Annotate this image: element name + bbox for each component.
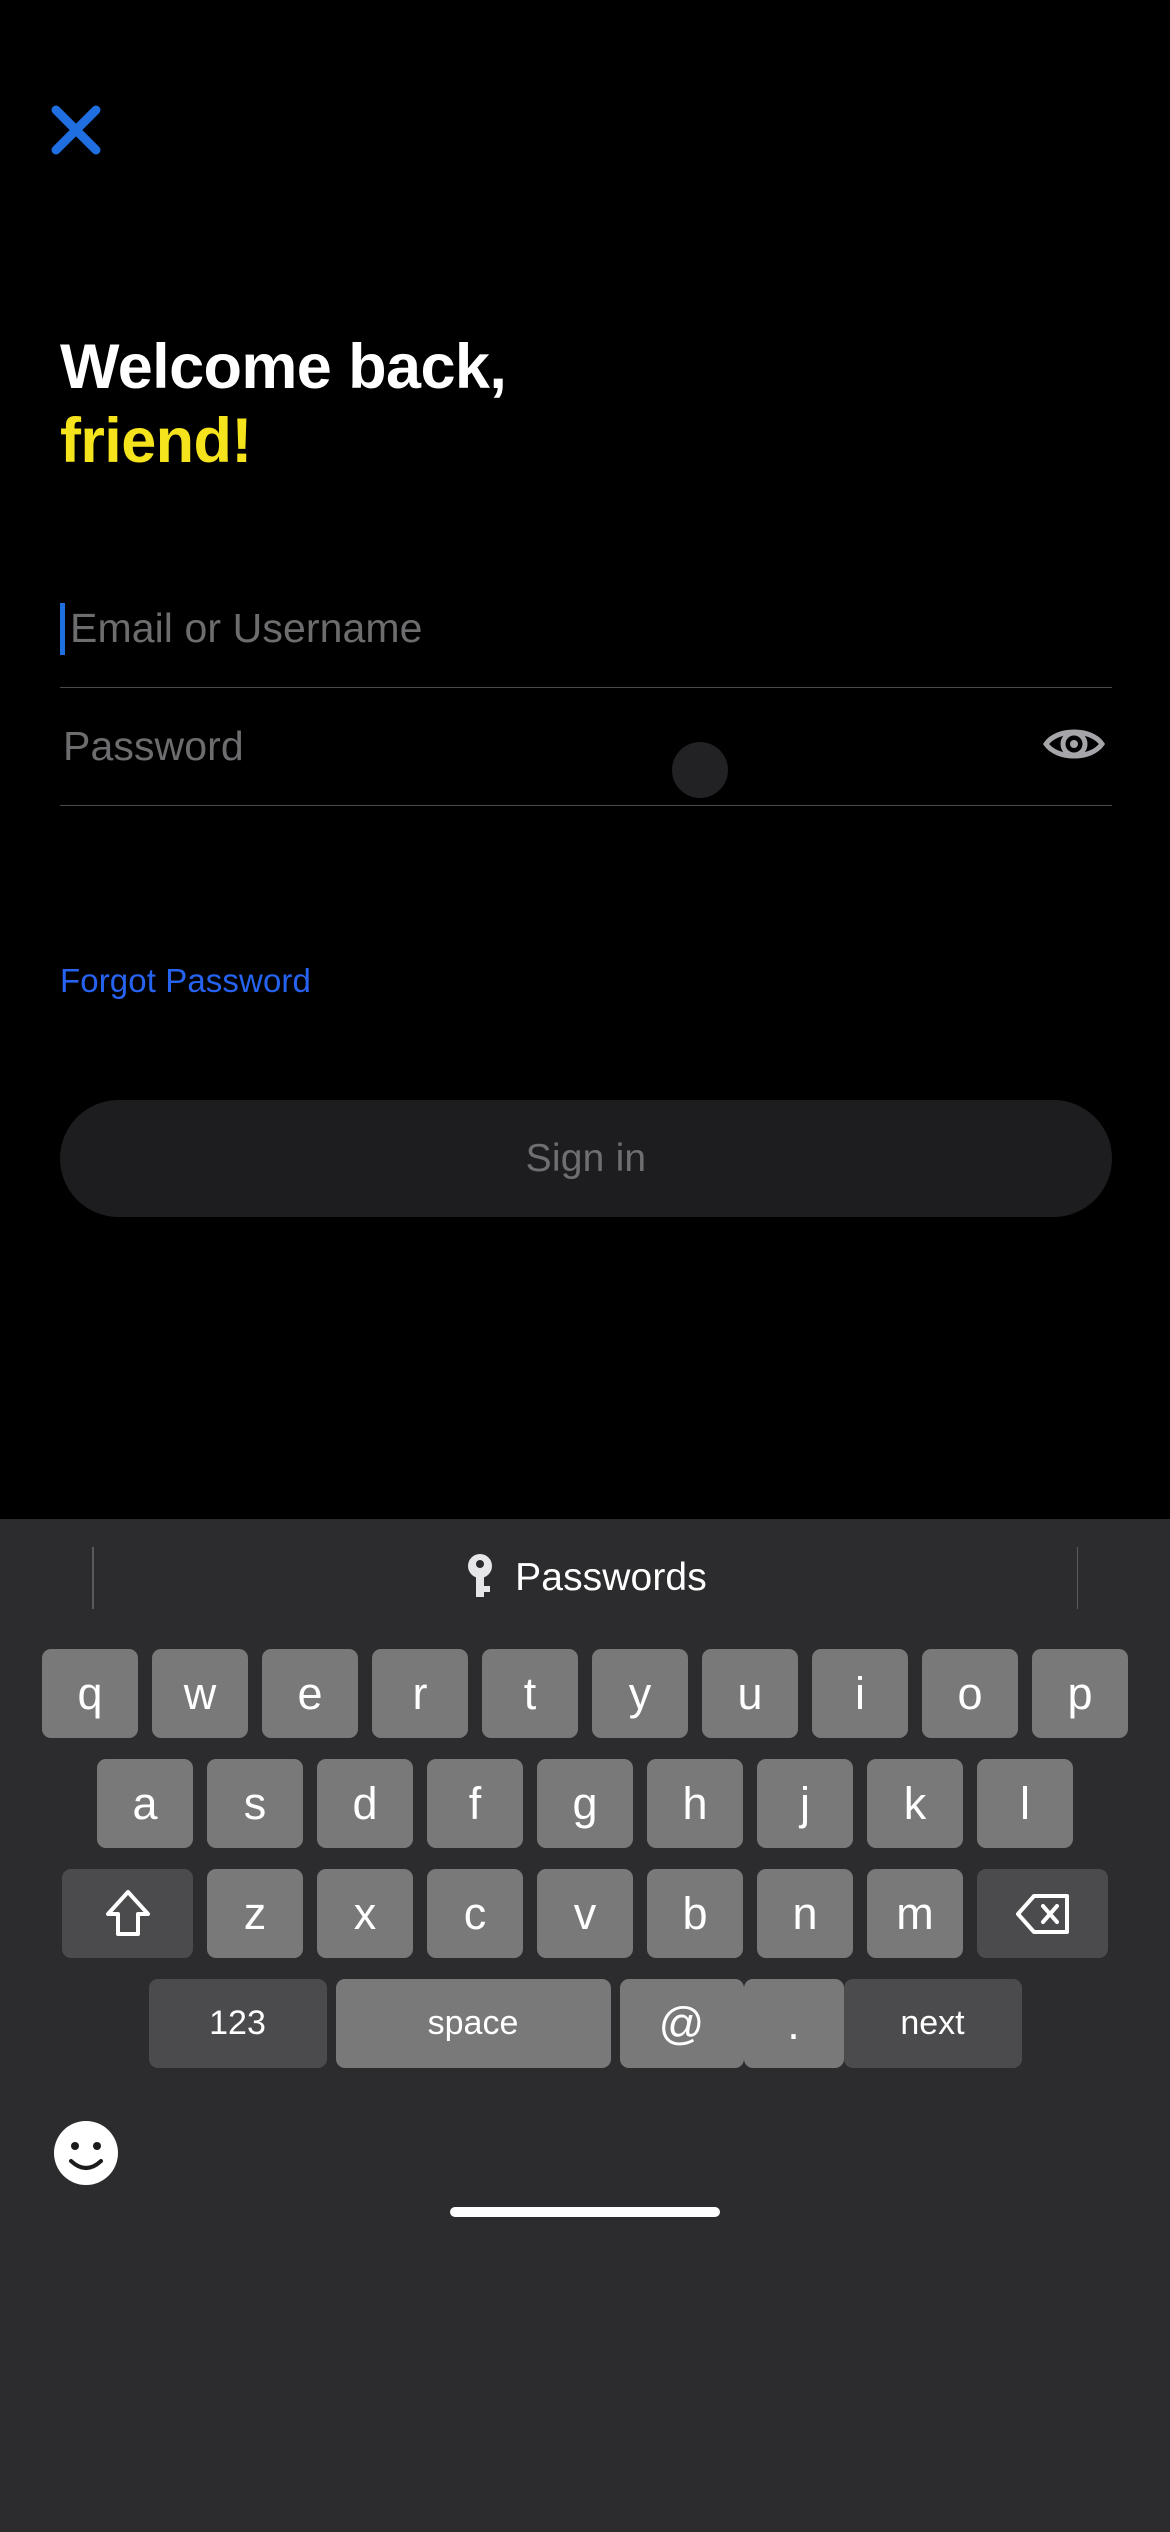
autofill-divider-left (92, 1547, 94, 1609)
key-o[interactable]: o (922, 1649, 1018, 1738)
key-i[interactable]: i (812, 1649, 908, 1738)
app-content-area: Welcome back, friend! Email or Username … (0, 0, 1170, 1520)
password-visibility-toggle-button[interactable] (1038, 711, 1110, 783)
key-h[interactable]: h (647, 1759, 743, 1848)
key-u[interactable]: u (702, 1649, 798, 1738)
login-form: Email or Username Password (60, 570, 1112, 806)
close-x-icon (48, 102, 104, 158)
username-placeholder: Email or Username (70, 605, 423, 651)
password-field[interactable]: Password (60, 688, 1112, 806)
space-key[interactable]: space (335, 1979, 611, 2068)
key-l[interactable]: l (977, 1759, 1073, 1848)
headline-line-2: friend! (60, 406, 252, 477)
keyboard-row-4: 123 space @ . next (0, 1979, 1170, 2068)
keyboard-row-3: z x c v b n m (0, 1869, 1170, 1958)
key-a[interactable]: a (97, 1759, 193, 1848)
period-key[interactable]: . (743, 1979, 844, 2068)
key-d[interactable]: d (317, 1759, 413, 1848)
key-z[interactable]: z (207, 1869, 303, 1958)
key-x[interactable]: x (317, 1869, 413, 1958)
shift-key[interactable] (62, 1869, 193, 1958)
home-indicator (450, 2207, 720, 2217)
sign-in-button[interactable]: Sign in (60, 1100, 1112, 1217)
page-title: Welcome back, friend! (60, 330, 960, 479)
emoji-key[interactable] (50, 2117, 122, 2189)
key-j[interactable]: j (757, 1759, 853, 1848)
close-button[interactable] (38, 92, 114, 168)
key-g[interactable]: g (537, 1759, 633, 1848)
key-b[interactable]: b (647, 1869, 743, 1958)
passwords-autofill-button[interactable]: Passwords (463, 1552, 707, 1605)
smiley-face-icon (50, 2121, 122, 2193)
key-n[interactable]: n (757, 1869, 853, 1958)
key-c[interactable]: c (427, 1869, 523, 1958)
key-m[interactable]: m (867, 1869, 963, 1958)
key-w[interactable]: w (152, 1649, 248, 1738)
key-p[interactable]: p (1032, 1649, 1128, 1738)
backspace-key[interactable] (977, 1869, 1108, 1958)
key-f[interactable]: f (427, 1759, 523, 1848)
shift-up-arrow-icon (105, 1888, 151, 1940)
keyboard-row-1: q w e r t y u i o p (0, 1649, 1170, 1738)
key-icon (463, 1552, 497, 1605)
login-screen: Welcome back, friend! Email or Username … (0, 0, 1170, 2532)
keyboard-row-2: a s d f g h j k l (0, 1759, 1170, 1848)
forgot-password-link[interactable]: Forgot Password (60, 962, 311, 1000)
autofill-divider-right (1076, 1547, 1078, 1609)
key-r[interactable]: r (372, 1649, 468, 1738)
autofill-label: Passwords (515, 1556, 707, 1599)
sign-in-label: Sign in (525, 1136, 647, 1180)
key-t[interactable]: t (482, 1649, 578, 1738)
username-field[interactable]: Email or Username (60, 570, 1112, 688)
key-q[interactable]: q (42, 1649, 138, 1738)
virtual-keyboard: Passwords q w e r t y u i o p a s d f g … (0, 1519, 1170, 2532)
at-key[interactable]: @ (619, 1979, 744, 2068)
key-s[interactable]: s (207, 1759, 303, 1848)
headline-line-1: Welcome back, (60, 332, 507, 402)
key-e[interactable]: e (262, 1649, 358, 1738)
keyboard-autofill-bar: Passwords (0, 1519, 1170, 1637)
next-key[interactable]: next (843, 1979, 1022, 2068)
numbers-key[interactable]: 123 (148, 1979, 327, 2068)
text-cursor (60, 602, 65, 655)
key-v[interactable]: v (537, 1869, 633, 1958)
keyboard-bottom-bar (0, 2089, 1170, 2239)
password-placeholder: Password (63, 723, 244, 769)
key-k[interactable]: k (867, 1759, 963, 1848)
eye-icon (1042, 723, 1106, 770)
backspace-delete-icon (1015, 1892, 1071, 1936)
key-y[interactable]: y (592, 1649, 688, 1738)
